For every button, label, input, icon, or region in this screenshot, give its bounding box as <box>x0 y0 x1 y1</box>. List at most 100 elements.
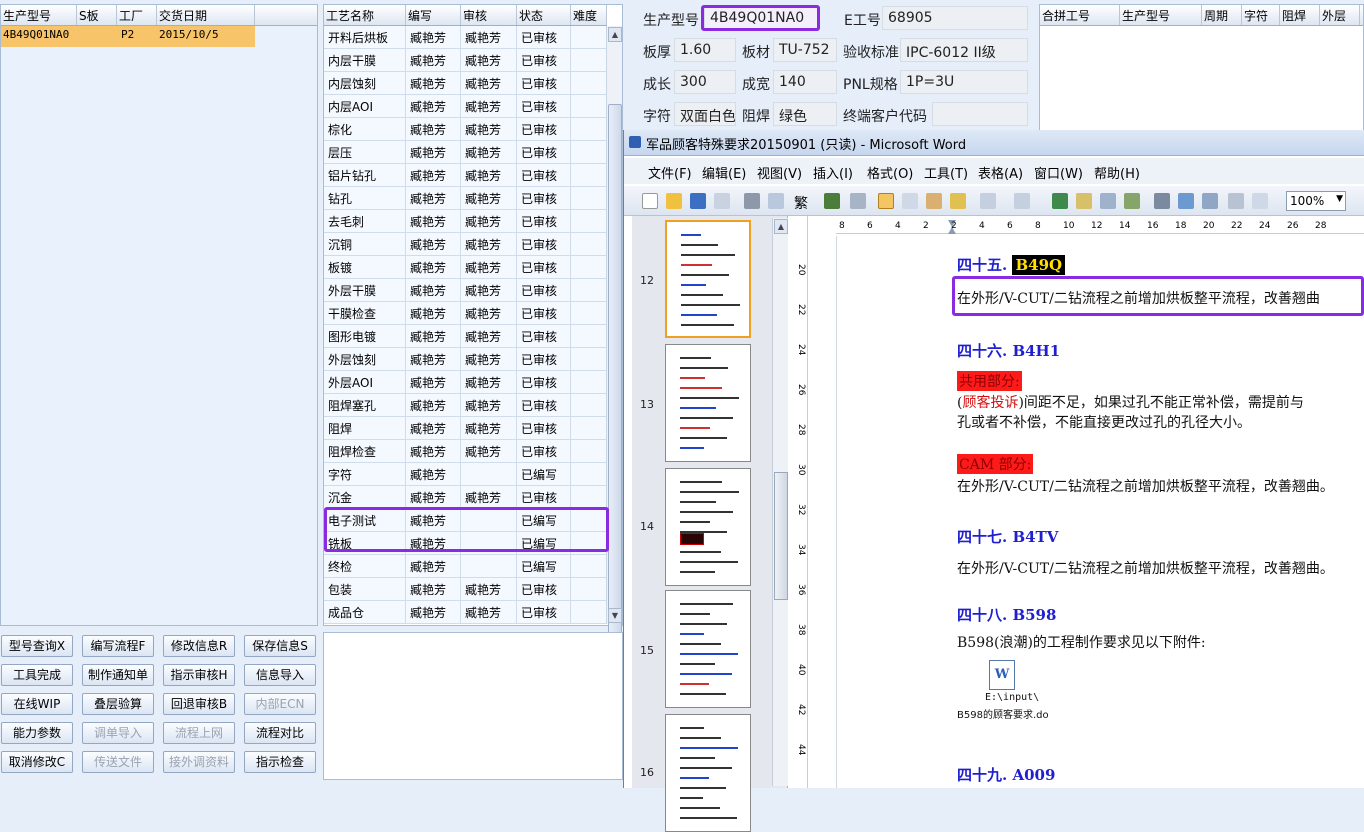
scroll-down-icon[interactable]: ▼ <box>608 608 622 623</box>
show-hide-icon[interactable] <box>1228 193 1244 209</box>
col-status[interactable]: 状态 <box>517 5 571 25</box>
attachment-name[interactable]: B598的顾客要求.do <box>957 706 1049 721</box>
research-icon[interactable] <box>850 193 866 209</box>
wid-field[interactable]: 140 <box>773 70 837 94</box>
undo-icon[interactable] <box>980 193 996 209</box>
action-button[interactable]: 信息导入 <box>244 664 316 686</box>
col-cycle[interactable]: 周期 <box>1202 5 1242 25</box>
open-icon[interactable] <box>666 193 682 209</box>
col-reviewer[interactable]: 审核 <box>461 5 517 25</box>
scroll-up-icon[interactable]: ▲ <box>774 219 788 234</box>
word-window[interactable]: 军品顾客特殊要求20150901 (只读) - Microsoft Word 文… <box>623 130 1364 832</box>
process-row[interactable]: 去毛刺 臧艳芳 臧艳芳 已审核 <box>324 210 607 233</box>
process-row[interactable]: 板镀 臧艳芳 臧艳芳 已审核 <box>324 256 607 279</box>
process-row[interactable]: 阻焊 臧艳芳 臧艳芳 已审核 <box>324 417 607 440</box>
process-row[interactable]: 沉铜 臧艳芳 臧艳芳 已审核 <box>324 233 607 256</box>
col-mask[interactable]: 阻焊 <box>1280 5 1320 25</box>
e-field[interactable]: 68905 <box>882 6 1028 30</box>
cust-field[interactable] <box>932 102 1028 126</box>
tables-borders-icon[interactable] <box>1076 193 1092 209</box>
menu-edit[interactable]: 编辑(E) <box>702 163 746 182</box>
char-field[interactable]: 双面白色 <box>674 102 736 126</box>
new-icon[interactable] <box>642 193 658 209</box>
process-row[interactable]: 铝片钻孔 臧艳芳 臧艳芳 已审核 <box>324 164 607 187</box>
action-button[interactable]: 指示检查 <box>244 751 316 773</box>
action-button[interactable]: 流程上网 <box>163 722 235 744</box>
process-row[interactable]: 阻焊塞孔 臧艳芳 臧艳芳 已审核 <box>324 394 607 417</box>
action-button[interactable]: 回退审核B <box>163 693 235 715</box>
page-thumbnail[interactable] <box>665 714 751 832</box>
mat-field[interactable]: TU-752 <box>773 38 837 62</box>
pnl-field[interactable]: 1P=3U <box>900 70 1028 94</box>
process-row[interactable]: 内层AOI 臧艳芳 臧艳芳 已审核 <box>324 95 607 118</box>
col-sboard[interactable]: S板 <box>77 5 117 25</box>
process-row[interactable]: 内层干膜 臧艳芳 臧艳芳 已审核 <box>324 49 607 72</box>
action-button[interactable]: 修改信息R <box>163 635 235 657</box>
process-row[interactable]: 成品仓 臧艳芳 臧艳芳 已审核 <box>324 601 607 624</box>
process-row[interactable]: 字符 臧艳芳 已编写 <box>324 463 607 486</box>
order-row[interactable]: 4B49Q01NA0 P2 2015/10/5 <box>1 26 255 47</box>
process-row[interactable]: 棕化 臧艳芳 臧艳芳 已审核 <box>324 118 607 141</box>
menu-window[interactable]: 窗口(W) <box>1034 163 1083 182</box>
col-process-name[interactable]: 工艺名称 <box>324 5 406 25</box>
combine-grid[interactable]: 合拼工号 生产型号 周期 字符 阻焊 外层 <box>1039 4 1364 132</box>
action-button[interactable]: 内部ECN <box>244 693 316 715</box>
process-row[interactable]: 开料后烘板 臧艳芳 臧艳芳 已审核 <box>324 26 607 49</box>
action-button[interactable]: 工具完成 <box>1 664 73 686</box>
menu-help[interactable]: 帮助(H) <box>1094 163 1140 182</box>
doc-map-icon[interactable] <box>1202 193 1218 209</box>
zoom-select[interactable]: 100% ▼ <box>1286 191 1346 211</box>
copy-icon[interactable] <box>902 193 918 209</box>
action-button[interactable]: 型号查询X <box>1 635 73 657</box>
col-date[interactable]: 交货日期 <box>157 5 255 25</box>
insert-excel-icon[interactable] <box>1124 193 1140 209</box>
trad-chinese-icon[interactable]: 繁 <box>794 193 808 213</box>
process-row[interactable]: 层压 臧艳芳 臧艳芳 已审核 <box>324 141 607 164</box>
process-row[interactable]: 外层蚀刻 臧艳芳 臧艳芳 已审核 <box>324 348 607 371</box>
menu-view[interactable]: 视图(V) <box>757 163 802 182</box>
word-document-icon[interactable]: W <box>989 660 1015 690</box>
paragraph-icon[interactable] <box>1252 193 1268 209</box>
std-field[interactable]: IPC-6012 II级 <box>900 38 1028 62</box>
process-row[interactable]: 终检 臧艳芳 已编写 <box>324 555 607 578</box>
thick-field[interactable]: 1.60 <box>674 38 736 62</box>
col-combine-no[interactable]: 合拼工号 <box>1040 5 1120 25</box>
col-char[interactable]: 字符 <box>1242 5 1280 25</box>
scroll-up-icon[interactable]: ▲ <box>608 27 622 42</box>
page-thumbnail[interactable] <box>665 344 751 462</box>
col-writer[interactable]: 编写 <box>406 5 461 25</box>
action-button[interactable]: 叠层验算 <box>82 693 154 715</box>
page-thumbnail[interactable] <box>665 590 751 708</box>
permission-icon[interactable] <box>714 193 730 209</box>
menu-tools[interactable]: 工具(T) <box>924 163 968 182</box>
memo-box[interactable] <box>323 632 623 780</box>
order-grid[interactable]: 生产型号 S板 工厂 交货日期 4B49Q01NA0 P2 2015/10/5 <box>0 4 318 626</box>
print-preview-icon[interactable] <box>768 193 784 209</box>
menu-file[interactable]: 文件(F) <box>648 163 692 182</box>
action-button[interactable]: 指示审核H <box>163 664 235 686</box>
action-button[interactable]: 流程对比 <box>244 722 316 744</box>
process-row[interactable]: 沉金 臧艳芳 臧艳芳 已审核 <box>324 486 607 509</box>
page-thumbnail[interactable] <box>665 220 751 338</box>
action-button[interactable]: 传送文件 <box>82 751 154 773</box>
scroll-thumb[interactable] <box>608 104 622 634</box>
process-row[interactable]: 包装 臧艳芳 臧艳芳 已审核 <box>324 578 607 601</box>
drawing-icon[interactable] <box>1178 193 1194 209</box>
cut-icon[interactable] <box>878 193 894 209</box>
mask-field[interactable]: 绿色 <box>773 102 837 126</box>
document-page[interactable]: 四十五. B49Q 在外形/V-CUT/二钻流程之前增加烘板整平流程，改善翘曲 … <box>836 236 1364 788</box>
process-row[interactable]: 外层干膜 臧艳芳 臧艳芳 已审核 <box>324 279 607 302</box>
process-row[interactable]: 干膜检查 臧艳芳 臧艳芳 已审核 <box>324 302 607 325</box>
word-titlebar[interactable]: 军品顾客特殊要求20150901 (只读) - Microsoft Word <box>624 130 1364 156</box>
action-button[interactable]: 保存信息S <box>244 635 316 657</box>
menu-insert[interactable]: 插入(I) <box>813 163 853 182</box>
columns-icon[interactable] <box>1154 193 1170 209</box>
format-painter-icon[interactable] <box>950 193 966 209</box>
action-button[interactable]: 在线WIP <box>1 693 73 715</box>
page-thumbnail[interactable] <box>665 468 751 586</box>
action-button[interactable]: 调单导入 <box>82 722 154 744</box>
col-outer[interactable]: 外层 <box>1320 5 1360 25</box>
scroll-thumb[interactable] <box>774 472 788 600</box>
process-row[interactable]: 钻孔 臧艳芳 臧艳芳 已审核 <box>324 187 607 210</box>
action-button[interactable]: 编写流程F <box>82 635 154 657</box>
